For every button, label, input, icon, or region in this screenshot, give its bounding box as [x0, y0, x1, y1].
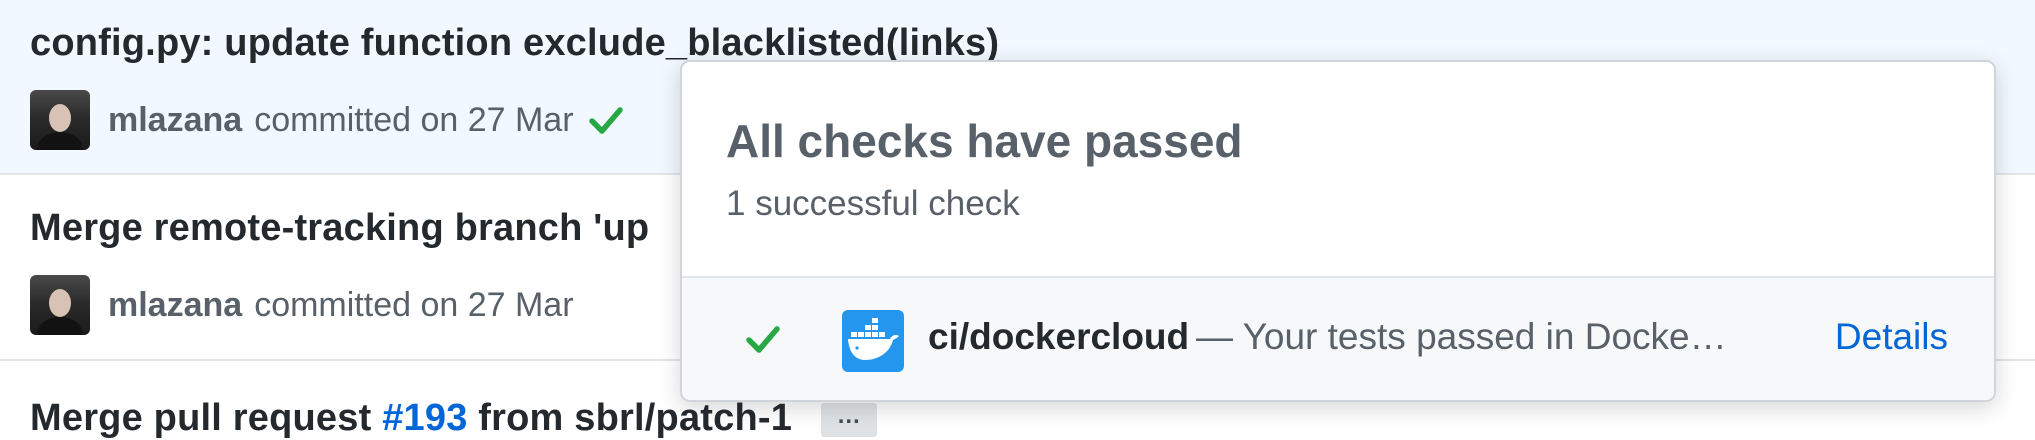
docker-icon	[842, 310, 904, 372]
check-item: ci/dockercloud — Your tests passed in Do…	[682, 278, 1994, 400]
check-name: ci/dockercloud	[928, 316, 1190, 357]
avatar-face	[49, 289, 71, 317]
author-link[interactable]: mlazana	[108, 101, 242, 140]
expand-message-button[interactable]: …	[820, 402, 877, 437]
docker-whale-icon	[848, 318, 899, 360]
check-success-icon	[746, 326, 780, 353]
avatar[interactable]	[30, 275, 90, 335]
commit-title-link[interactable]: config.py: update function exclude_black…	[30, 22, 999, 65]
popover-title: All checks have passed	[726, 115, 1243, 167]
author-link[interactable]: mlazana	[108, 286, 242, 325]
commit-title-link[interactable]: Merge remote-tracking branch 'up	[30, 207, 649, 250]
commit-meta: mlazana committed on 27 Mar	[30, 275, 574, 335]
status-check-icon[interactable]	[586, 100, 626, 140]
popover-header: All checks have passed 1 successful chec…	[682, 62, 1994, 278]
commit-date: committed on 27 Mar	[254, 285, 574, 324]
check-description: — Your tests passed in Docke…	[1196, 316, 1727, 357]
avatar[interactable]	[30, 90, 90, 150]
avatar-face	[49, 104, 71, 132]
checks-popover: All checks have passed 1 successful chec…	[680, 60, 1996, 402]
commit-meta: mlazana committed on 27 Mar	[30, 90, 626, 150]
avatar-shoulders	[38, 317, 82, 335]
popover-subtitle: 1 successful check	[726, 184, 1020, 223]
avatar-shoulders	[38, 132, 82, 150]
commit-date: committed on 27 Mar	[254, 100, 574, 139]
details-link[interactable]: Details	[1835, 316, 1948, 358]
commit-title: Merge pull request #193 from sbrl/patch-…	[30, 397, 877, 440]
